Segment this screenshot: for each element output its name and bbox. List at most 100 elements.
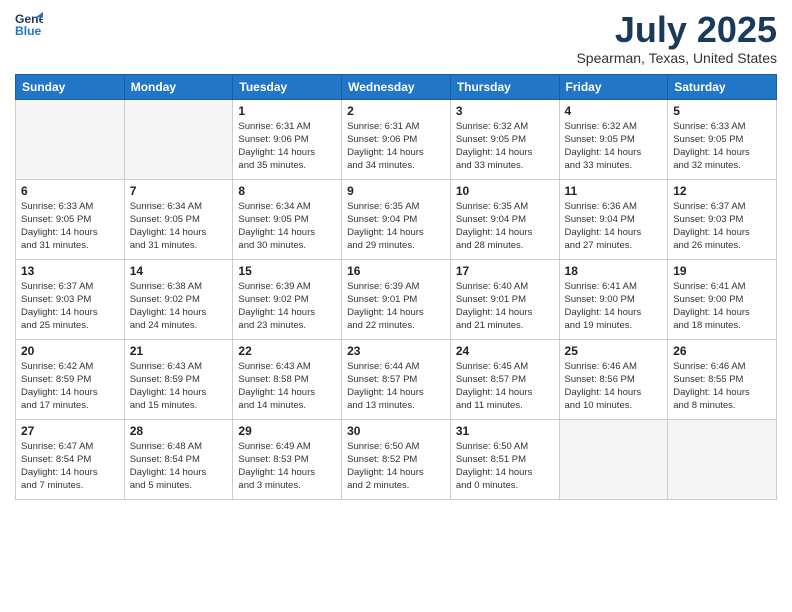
calendar-cell: 12Sunrise: 6:37 AM Sunset: 9:03 PM Dayli… — [668, 179, 777, 259]
calendar-cell: 26 Sunrise: 6:46 AM Sunset: 8:55 PM Dayli… — [668, 339, 777, 419]
day-number: 14 — [130, 264, 228, 278]
day-number: 19 — [673, 264, 771, 278]
day-number: 27 — [21, 424, 119, 438]
calendar-cell: 3 Sunrise: 6:32 AM Sunset: 9:05 PM Daylig… — [450, 99, 559, 179]
day-info: Sunrise: 6:34 AM Sunset: 9:05 PM Dayligh… — [130, 200, 228, 253]
day-number: 23 — [347, 344, 445, 358]
day-info: Sunrise: 6:49 AM Sunset: 8:53 PM Dayligh… — [238, 440, 336, 493]
day-number: 2 — [347, 104, 445, 118]
day-number: 10 — [456, 184, 554, 198]
calendar-cell: 1 Sunrise: 6:31 AM Sunset: 9:06 PM Daylig… — [233, 99, 342, 179]
weekday-header: Monday — [124, 74, 233, 99]
day-number: 4 — [565, 104, 663, 118]
day-info: Sunrise: 6:31 AM Sunset: 9:06 PM Dayligh… — [347, 120, 445, 173]
day-number: 7 — [130, 184, 228, 198]
day-number: 29 — [238, 424, 336, 438]
calendar-week-row: 13 Sunrise: 6:37 AM Sunset: 9:03 PM Dayli… — [16, 259, 777, 339]
title-block: July 2025 Spearman, Texas, United States — [576, 10, 777, 66]
day-number: 17 — [456, 264, 554, 278]
calendar-cell: 19 Sunrise: 6:41 AM Sunset: 9:00 PM Dayli… — [668, 259, 777, 339]
calendar-cell: 15 Sunrise: 6:39 AM Sunset: 9:02 PM Dayli… — [233, 259, 342, 339]
day-number: 20 — [21, 344, 119, 358]
day-info: Sunrise: 6:31 AM Sunset: 9:06 PM Dayligh… — [238, 120, 336, 173]
day-number: 18 — [565, 264, 663, 278]
day-info: Sunrise: 6:45 AM Sunset: 8:57 PM Dayligh… — [456, 360, 554, 413]
calendar-cell: 20Sunrise: 6:42 AM Sunset: 8:59 PM Dayli… — [16, 339, 125, 419]
weekday-header: Thursday — [450, 74, 559, 99]
day-info: Sunrise: 6:46 AM Sunset: 8:55 PM Dayligh… — [673, 360, 771, 413]
day-number: 16 — [347, 264, 445, 278]
day-info: Sunrise: 6:32 AM Sunset: 9:05 PM Dayligh… — [565, 120, 663, 173]
calendar-cell: 27Sunrise: 6:47 AM Sunset: 8:54 PM Dayli… — [16, 419, 125, 499]
day-info: Sunrise: 6:46 AM Sunset: 8:56 PM Dayligh… — [565, 360, 663, 413]
day-number: 8 — [238, 184, 336, 198]
calendar-table: SundayMondayTuesdayWednesdayThursdayFrid… — [15, 74, 777, 500]
calendar-cell: 4 Sunrise: 6:32 AM Sunset: 9:05 PM Daylig… — [559, 99, 668, 179]
subtitle: Spearman, Texas, United States — [576, 50, 777, 66]
day-number: 26 — [673, 344, 771, 358]
day-number: 3 — [456, 104, 554, 118]
calendar-cell — [16, 99, 125, 179]
calendar-cell: 18 Sunrise: 6:41 AM Sunset: 9:00 PM Dayli… — [559, 259, 668, 339]
main-title: July 2025 — [576, 10, 777, 50]
day-number: 30 — [347, 424, 445, 438]
calendar-week-row: 6 Sunrise: 6:33 AM Sunset: 9:05 PM Daylig… — [16, 179, 777, 259]
weekday-header: Sunday — [16, 74, 125, 99]
day-info: Sunrise: 6:32 AM Sunset: 9:05 PM Dayligh… — [456, 120, 554, 173]
day-number: 6 — [21, 184, 119, 198]
day-info: Sunrise: 6:34 AM Sunset: 9:05 PM Dayligh… — [238, 200, 336, 253]
day-info: Sunrise: 6:41 AM Sunset: 9:00 PM Dayligh… — [565, 280, 663, 333]
day-number: 21 — [130, 344, 228, 358]
weekday-header: Wednesday — [342, 74, 451, 99]
calendar-cell: 28 Sunrise: 6:48 AM Sunset: 8:54 PM Dayli… — [124, 419, 233, 499]
calendar-cell — [668, 419, 777, 499]
calendar-cell: 14 Sunrise: 6:38 AM Sunset: 9:02 PM Dayli… — [124, 259, 233, 339]
calendar-cell: 6 Sunrise: 6:33 AM Sunset: 9:05 PM Daylig… — [16, 179, 125, 259]
day-info: Sunrise: 6:44 AM Sunset: 8:57 PM Dayligh… — [347, 360, 445, 413]
calendar-week-row: 27Sunrise: 6:47 AM Sunset: 8:54 PM Dayli… — [16, 419, 777, 499]
day-info: Sunrise: 6:35 AM Sunset: 9:04 PM Dayligh… — [347, 200, 445, 253]
day-info: Sunrise: 6:48 AM Sunset: 8:54 PM Dayligh… — [130, 440, 228, 493]
calendar-cell: 2 Sunrise: 6:31 AM Sunset: 9:06 PM Daylig… — [342, 99, 451, 179]
page-header: General Blue General Blue July 2025 Spea… — [15, 10, 777, 66]
calendar-cell: 21 Sunrise: 6:43 AM Sunset: 8:59 PM Dayli… — [124, 339, 233, 419]
day-number: 9 — [347, 184, 445, 198]
day-number: 22 — [238, 344, 336, 358]
day-info: Sunrise: 6:41 AM Sunset: 9:00 PM Dayligh… — [673, 280, 771, 333]
weekday-header: Saturday — [668, 74, 777, 99]
day-number: 1 — [238, 104, 336, 118]
day-number: 5 — [673, 104, 771, 118]
day-info: Sunrise: 6:43 AM Sunset: 8:59 PM Dayligh… — [130, 360, 228, 413]
day-info: Sunrise: 6:37 AM Sunset: 9:03 PM Dayligh… — [21, 280, 119, 333]
calendar-cell: 8 Sunrise: 6:34 AM Sunset: 9:05 PM Daylig… — [233, 179, 342, 259]
day-number: 13 — [21, 264, 119, 278]
day-info: Sunrise: 6:38 AM Sunset: 9:02 PM Dayligh… — [130, 280, 228, 333]
calendar-cell: 7 Sunrise: 6:34 AM Sunset: 9:05 PM Daylig… — [124, 179, 233, 259]
day-info: Sunrise: 6:33 AM Sunset: 9:05 PM Dayligh… — [673, 120, 771, 173]
calendar-cell: 24Sunrise: 6:45 AM Sunset: 8:57 PM Dayli… — [450, 339, 559, 419]
day-number: 11 — [565, 184, 663, 198]
logo-icon: General Blue — [15, 10, 43, 38]
calendar-cell: 16Sunrise: 6:39 AM Sunset: 9:01 PM Dayli… — [342, 259, 451, 339]
day-number: 25 — [565, 344, 663, 358]
day-info: Sunrise: 6:35 AM Sunset: 9:04 PM Dayligh… — [456, 200, 554, 253]
day-number: 12 — [673, 184, 771, 198]
day-info: Sunrise: 6:39 AM Sunset: 9:02 PM Dayligh… — [238, 280, 336, 333]
day-info: Sunrise: 6:33 AM Sunset: 9:05 PM Dayligh… — [21, 200, 119, 253]
calendar-cell: 5 Sunrise: 6:33 AM Sunset: 9:05 PM Daylig… — [668, 99, 777, 179]
day-info: Sunrise: 6:50 AM Sunset: 8:52 PM Dayligh… — [347, 440, 445, 493]
calendar-cell — [124, 99, 233, 179]
calendar-cell — [559, 419, 668, 499]
calendar-cell: 25 Sunrise: 6:46 AM Sunset: 8:56 PM Dayli… — [559, 339, 668, 419]
day-number: 28 — [130, 424, 228, 438]
calendar-cell: 31Sunrise: 6:50 AM Sunset: 8:51 PM Dayli… — [450, 419, 559, 499]
calendar-cell: 10 Sunrise: 6:35 AM Sunset: 9:04 PM Dayli… — [450, 179, 559, 259]
calendar-cell: 9 Sunrise: 6:35 AM Sunset: 9:04 PM Daylig… — [342, 179, 451, 259]
calendar-cell: 29 Sunrise: 6:49 AM Sunset: 8:53 PM Dayli… — [233, 419, 342, 499]
calendar-header-row: SundayMondayTuesdayWednesdayThursdayFrid… — [16, 74, 777, 99]
calendar-cell: 11Sunrise: 6:36 AM Sunset: 9:04 PM Dayli… — [559, 179, 668, 259]
calendar-week-row: 1 Sunrise: 6:31 AM Sunset: 9:06 PM Daylig… — [16, 99, 777, 179]
day-number: 15 — [238, 264, 336, 278]
day-info: Sunrise: 6:43 AM Sunset: 8:58 PM Dayligh… — [238, 360, 336, 413]
day-info: Sunrise: 6:40 AM Sunset: 9:01 PM Dayligh… — [456, 280, 554, 333]
